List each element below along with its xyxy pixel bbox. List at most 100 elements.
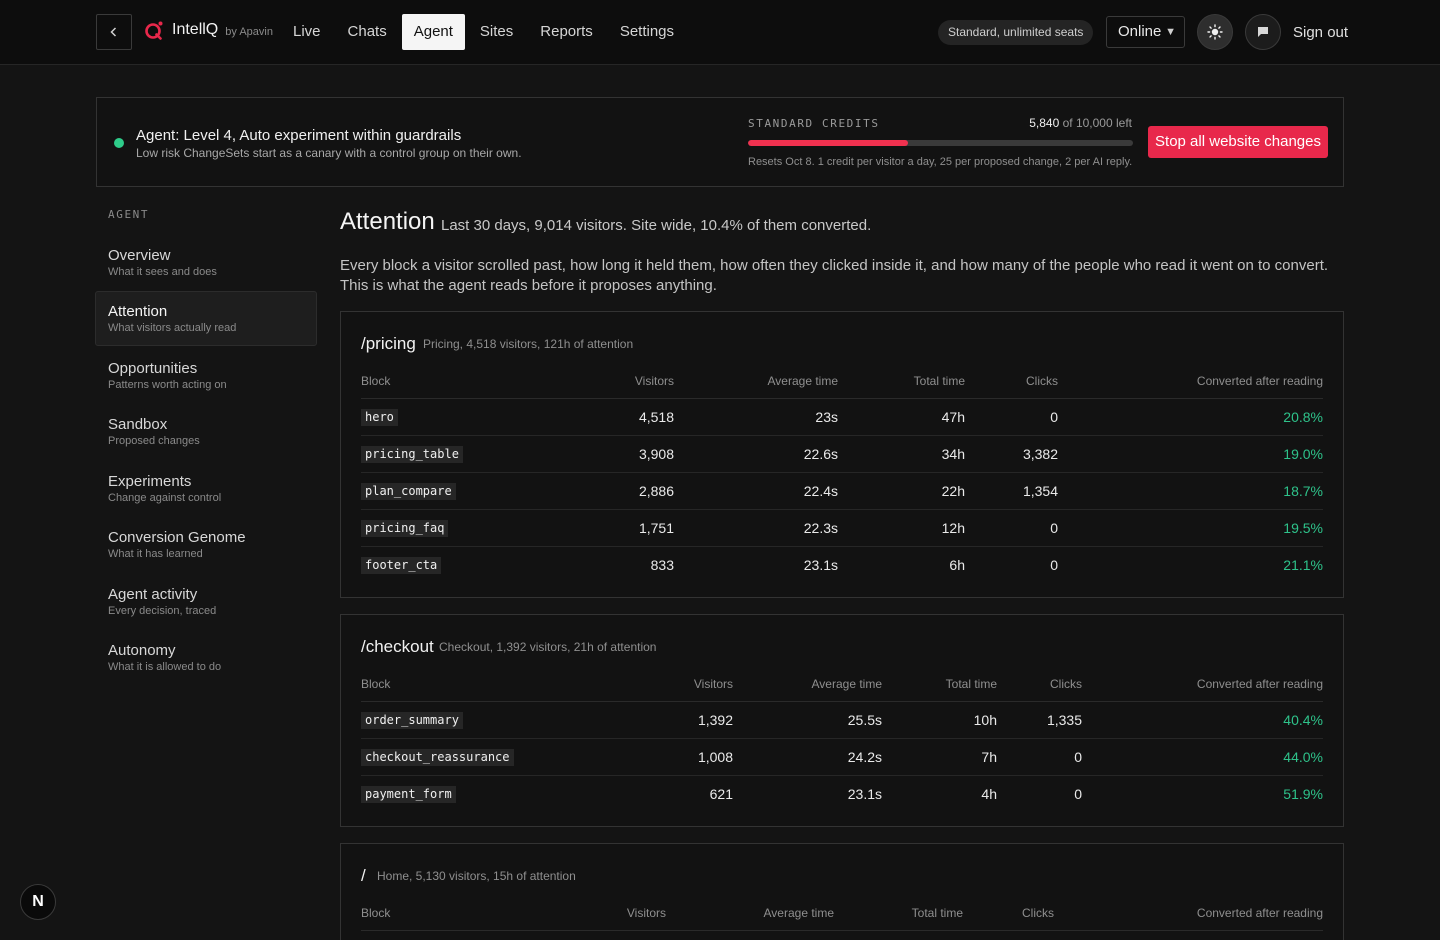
brand-logo-icon <box>145 21 163 40</box>
block-name: order_summary <box>361 711 463 729</box>
card-meta: Pricing, 4,518 visitors, 121h of attenti… <box>423 337 634 351</box>
table-row[interactable]: footer_cta 833 23.1s 6h 0 21.1% <box>361 546 1323 583</box>
credits-left: 5,840 <box>1029 116 1060 130</box>
stop-all-changes-button[interactable]: Stop all website changes <box>1148 126 1328 158</box>
table-header-row: Block Visitors Average time Total time C… <box>361 372 1323 399</box>
avg-time-cell: 22.4s <box>674 472 838 510</box>
nav-chats[interactable]: Chats <box>336 14 399 50</box>
chat-button[interactable] <box>1245 14 1281 50</box>
visitors-cell: 1,751 <box>573 509 674 547</box>
column-header: Converted after reading <box>1082 675 1323 702</box>
sidebar-item-opportunities[interactable]: Opportunities Patterns worth acting on <box>95 348 317 403</box>
column-header: Block <box>361 372 573 399</box>
card-path: /pricing <box>361 334 416 353</box>
nav-agent[interactable]: Agent <box>401 14 465 50</box>
credits-progress-bar <box>748 140 1133 146</box>
avg-time-cell: 22.3s <box>674 509 838 547</box>
back-button[interactable] <box>96 14 132 50</box>
visitors-cell: 1,008 <box>601 738 733 776</box>
sidebar-item-overview[interactable]: Overview What it sees and does <box>95 235 317 290</box>
nav-sites[interactable]: Sites <box>468 14 525 50</box>
table-row[interactable]: checkout_reassurance 1,008 24.2s 7h 0 44… <box>361 738 1323 776</box>
sidebar-item-desc: Every decision, traced <box>108 605 217 617</box>
total-time-cell: 12h <box>838 509 965 547</box>
table-header-row: Block Visitors Average time Total time C… <box>361 904 1323 931</box>
plan-badge: Standard, unlimited seats <box>938 20 1094 45</box>
card-meta: Home, 5,130 visitors, 15h of attention <box>377 869 576 883</box>
sidebar-item-agent-activity[interactable]: Agent activity Every decision, traced <box>95 574 317 629</box>
attention-table: Block Visitors Average time Total time C… <box>361 675 1323 812</box>
credits-label: STANDARD CREDITS <box>748 117 880 130</box>
table-row[interactable]: payment_form 621 23.1s 4h 0 51.9% <box>361 775 1323 812</box>
visitors-cell: 621 <box>709 785 733 802</box>
attention-table: Block Visitors Average time Total time C… <box>361 372 1323 583</box>
sidebar-item-desc: Patterns worth acting on <box>108 379 227 391</box>
converted-cell: 20.8% <box>1058 398 1323 436</box>
status-select[interactable]: Online ▼ <box>1106 16 1185 48</box>
column-header: Total time <box>882 675 997 702</box>
sun-icon <box>1207 24 1223 40</box>
column-header: Block <box>361 675 601 702</box>
status-dot <box>114 138 124 148</box>
avg-time-cell: 23.1s <box>847 785 882 802</box>
sidebar-item-label: Conversion Genome <box>108 529 246 546</box>
column-header: Average time <box>733 675 882 702</box>
clicks-cell: 1,335 <box>997 701 1082 739</box>
column-header: Visitors <box>573 372 674 399</box>
block-name: footer_cta <box>361 556 442 574</box>
sidebar-item-desc: What visitors actually read <box>108 322 237 334</box>
table-row[interactable]: plan_compare 2,886 22.4s 22h 1,354 18.7% <box>361 472 1323 510</box>
converted-cell: 18.7% <box>1058 472 1323 510</box>
nav-reports[interactable]: Reports <box>528 14 605 50</box>
clicks-cell: 0 <box>1050 556 1058 573</box>
clicks-cell: 0 <box>1074 785 1082 802</box>
visitors-cell: 1,392 <box>601 701 733 739</box>
sidebar-item-experiments[interactable]: Experiments Change against control <box>95 461 317 516</box>
n-badge[interactable]: N <box>20 884 56 920</box>
agent-level-title: Agent: Level 4, Auto experiment within g… <box>136 127 462 144</box>
table-row[interactable]: hero 4,518 23s 47h 0 20.8% <box>361 398 1323 436</box>
sidebar-item-label: Agent activity <box>108 586 198 603</box>
total-time-cell: 34h <box>838 435 965 473</box>
chevron-down-icon: ▼ <box>1165 26 1176 38</box>
sidebar-item-label: Opportunities <box>108 360 198 377</box>
column-header: Clicks <box>963 904 1054 931</box>
visitors-cell: 4,518 <box>573 398 674 436</box>
sidebar-item-label: Autonomy <box>108 642 176 659</box>
sidebar-item-autonomy[interactable]: Autonomy What it is allowed to do <box>95 630 317 685</box>
converted-cell: 40.4% <box>1082 701 1323 739</box>
nav-live[interactable]: Live <box>281 14 333 50</box>
converted-cell: 21.1% <box>1283 556 1323 573</box>
block-name: hero <box>361 408 398 426</box>
brand[interactable]: IntellQ by Apavin <box>144 20 273 40</box>
table-row[interactable]: pricing_faq 1,751 22.3s 12h 0 19.5% <box>361 509 1323 547</box>
status-value: Online <box>1118 23 1162 40</box>
converted-cell: 19.0% <box>1058 435 1323 473</box>
block-name: pricing_faq <box>361 519 449 537</box>
sidebar-item-label: Experiments <box>108 473 192 490</box>
clicks-cell: 3,382 <box>965 435 1058 473</box>
avg-time-cell: 25.5s <box>733 701 882 739</box>
converted-cell: 44.0% <box>1082 738 1323 776</box>
sidebar-item-conversion-genome[interactable]: Conversion Genome What it has learned <box>95 517 317 572</box>
sign-out-link[interactable]: Sign out <box>1293 24 1348 41</box>
chevron-left-icon <box>110 27 117 37</box>
total-time-cell: 10h <box>882 701 997 739</box>
credits-count: 5,840 of 10,000 left <box>1029 116 1132 130</box>
table-row[interactable]: pricing_table 3,908 22.6s 34h 3,382 19.0… <box>361 435 1323 473</box>
total-time-cell: 7h <box>882 738 997 776</box>
column-header: Total time <box>838 372 965 399</box>
column-header: Visitors <box>601 675 733 702</box>
theme-toggle-button[interactable] <box>1197 14 1233 50</box>
sidebar-item-attention[interactable]: Attention What visitors actually read <box>95 291 317 346</box>
page-card-pricing: /pricing Pricing, 4,518 visitors, 121h o… <box>340 311 1344 598</box>
page-card-checkout: /checkout Checkout, 1,392 visitors, 21h … <box>340 614 1344 827</box>
block-name: plan_compare <box>361 482 456 500</box>
sidebar-item-sandbox[interactable]: Sandbox Proposed changes <box>95 404 317 459</box>
brand-by: by Apavin <box>225 25 273 38</box>
nav-settings[interactable]: Settings <box>608 14 686 50</box>
sidebar-item-label: Sandbox <box>108 416 168 433</box>
table-row[interactable]: order_summary 1,392 25.5s 10h 1,335 40.4… <box>361 701 1323 739</box>
chat-bubble-icon <box>1258 27 1268 37</box>
clicks-cell: 0 <box>997 738 1082 776</box>
